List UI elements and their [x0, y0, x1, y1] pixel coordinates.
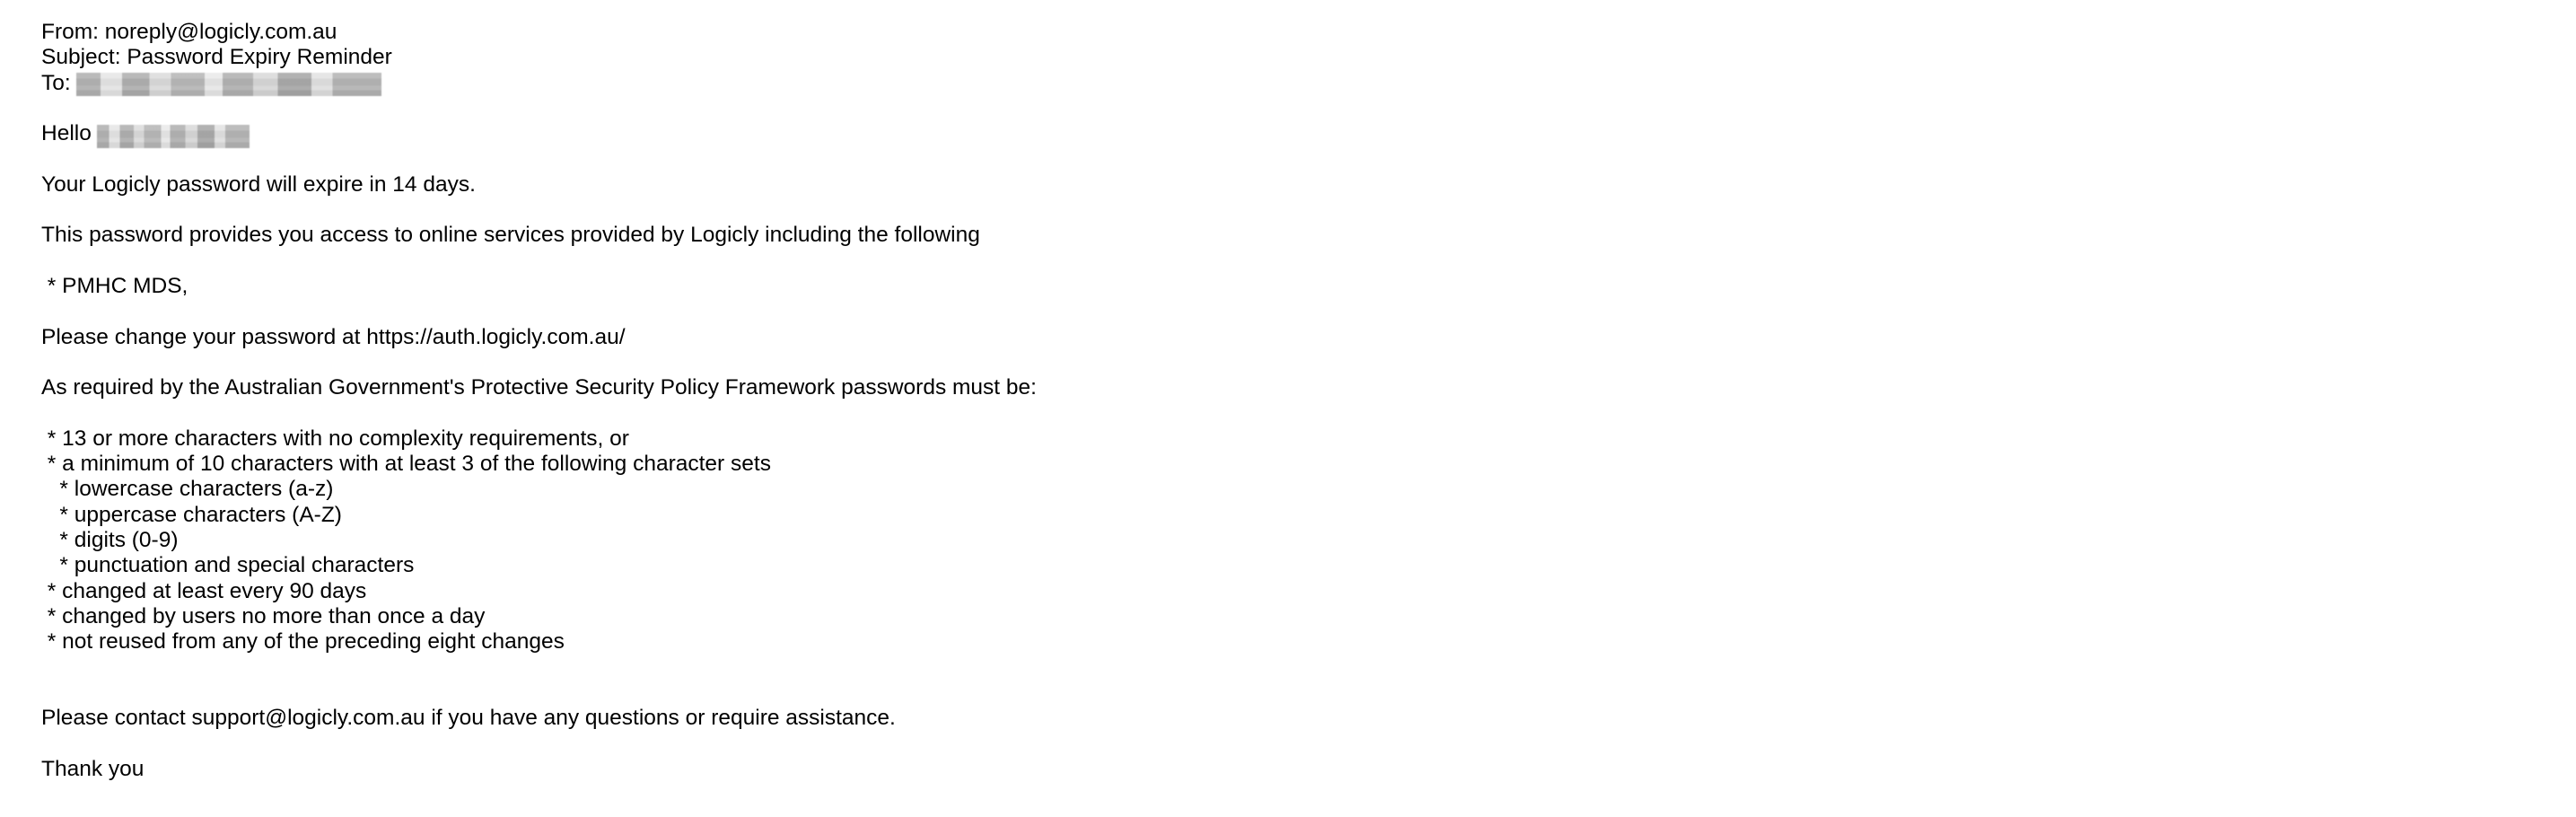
requirement-item: * not reused from any of the preceding e…: [41, 629, 565, 654]
email-message: From: noreply@logicly.com.au Subject: Pa…: [41, 20, 2537, 782]
service-item: * PMHC MDS,: [41, 273, 188, 298]
closing-line: Thank you: [41, 756, 145, 781]
requirement-subitem: * lowercase characters (a-z): [41, 477, 334, 502]
change-instruction: Please change your password at https://a…: [41, 324, 626, 349]
redacted-name: [96, 125, 250, 149]
from-line: From: noreply@logicly.com.au: [41, 20, 337, 44]
requirement-item: * changed by users no more than once a d…: [41, 603, 486, 628]
greeting-text: Hello: [41, 121, 92, 146]
expiry-notice: Your Logicly password will expire in 14 …: [41, 171, 476, 197]
contact-line: Please contact support@logicly.com.au if…: [41, 706, 896, 731]
requirements-intro: As required by the Australian Government…: [41, 375, 1037, 400]
requirement-subitem: * digits (0-9): [41, 527, 179, 552]
requirement-item: * a minimum of 10 characters with at lea…: [41, 452, 771, 477]
greeting-line: Hello: [41, 121, 2537, 149]
requirement-subitem: * punctuation and special characters: [41, 553, 415, 578]
requirement-item: * 13 or more characters with no complexi…: [41, 426, 629, 451]
requirement-subitem: * uppercase characters (A-Z): [41, 502, 342, 527]
requirement-item: * changed at least every 90 days: [41, 578, 367, 603]
redacted-recipient: [75, 72, 381, 96]
to-label: To:: [41, 70, 71, 95]
access-intro: This password provides you access to onl…: [41, 223, 980, 248]
subject-line: Subject: Password Expiry Reminder: [41, 45, 392, 70]
to-line: To:: [41, 71, 2537, 96]
